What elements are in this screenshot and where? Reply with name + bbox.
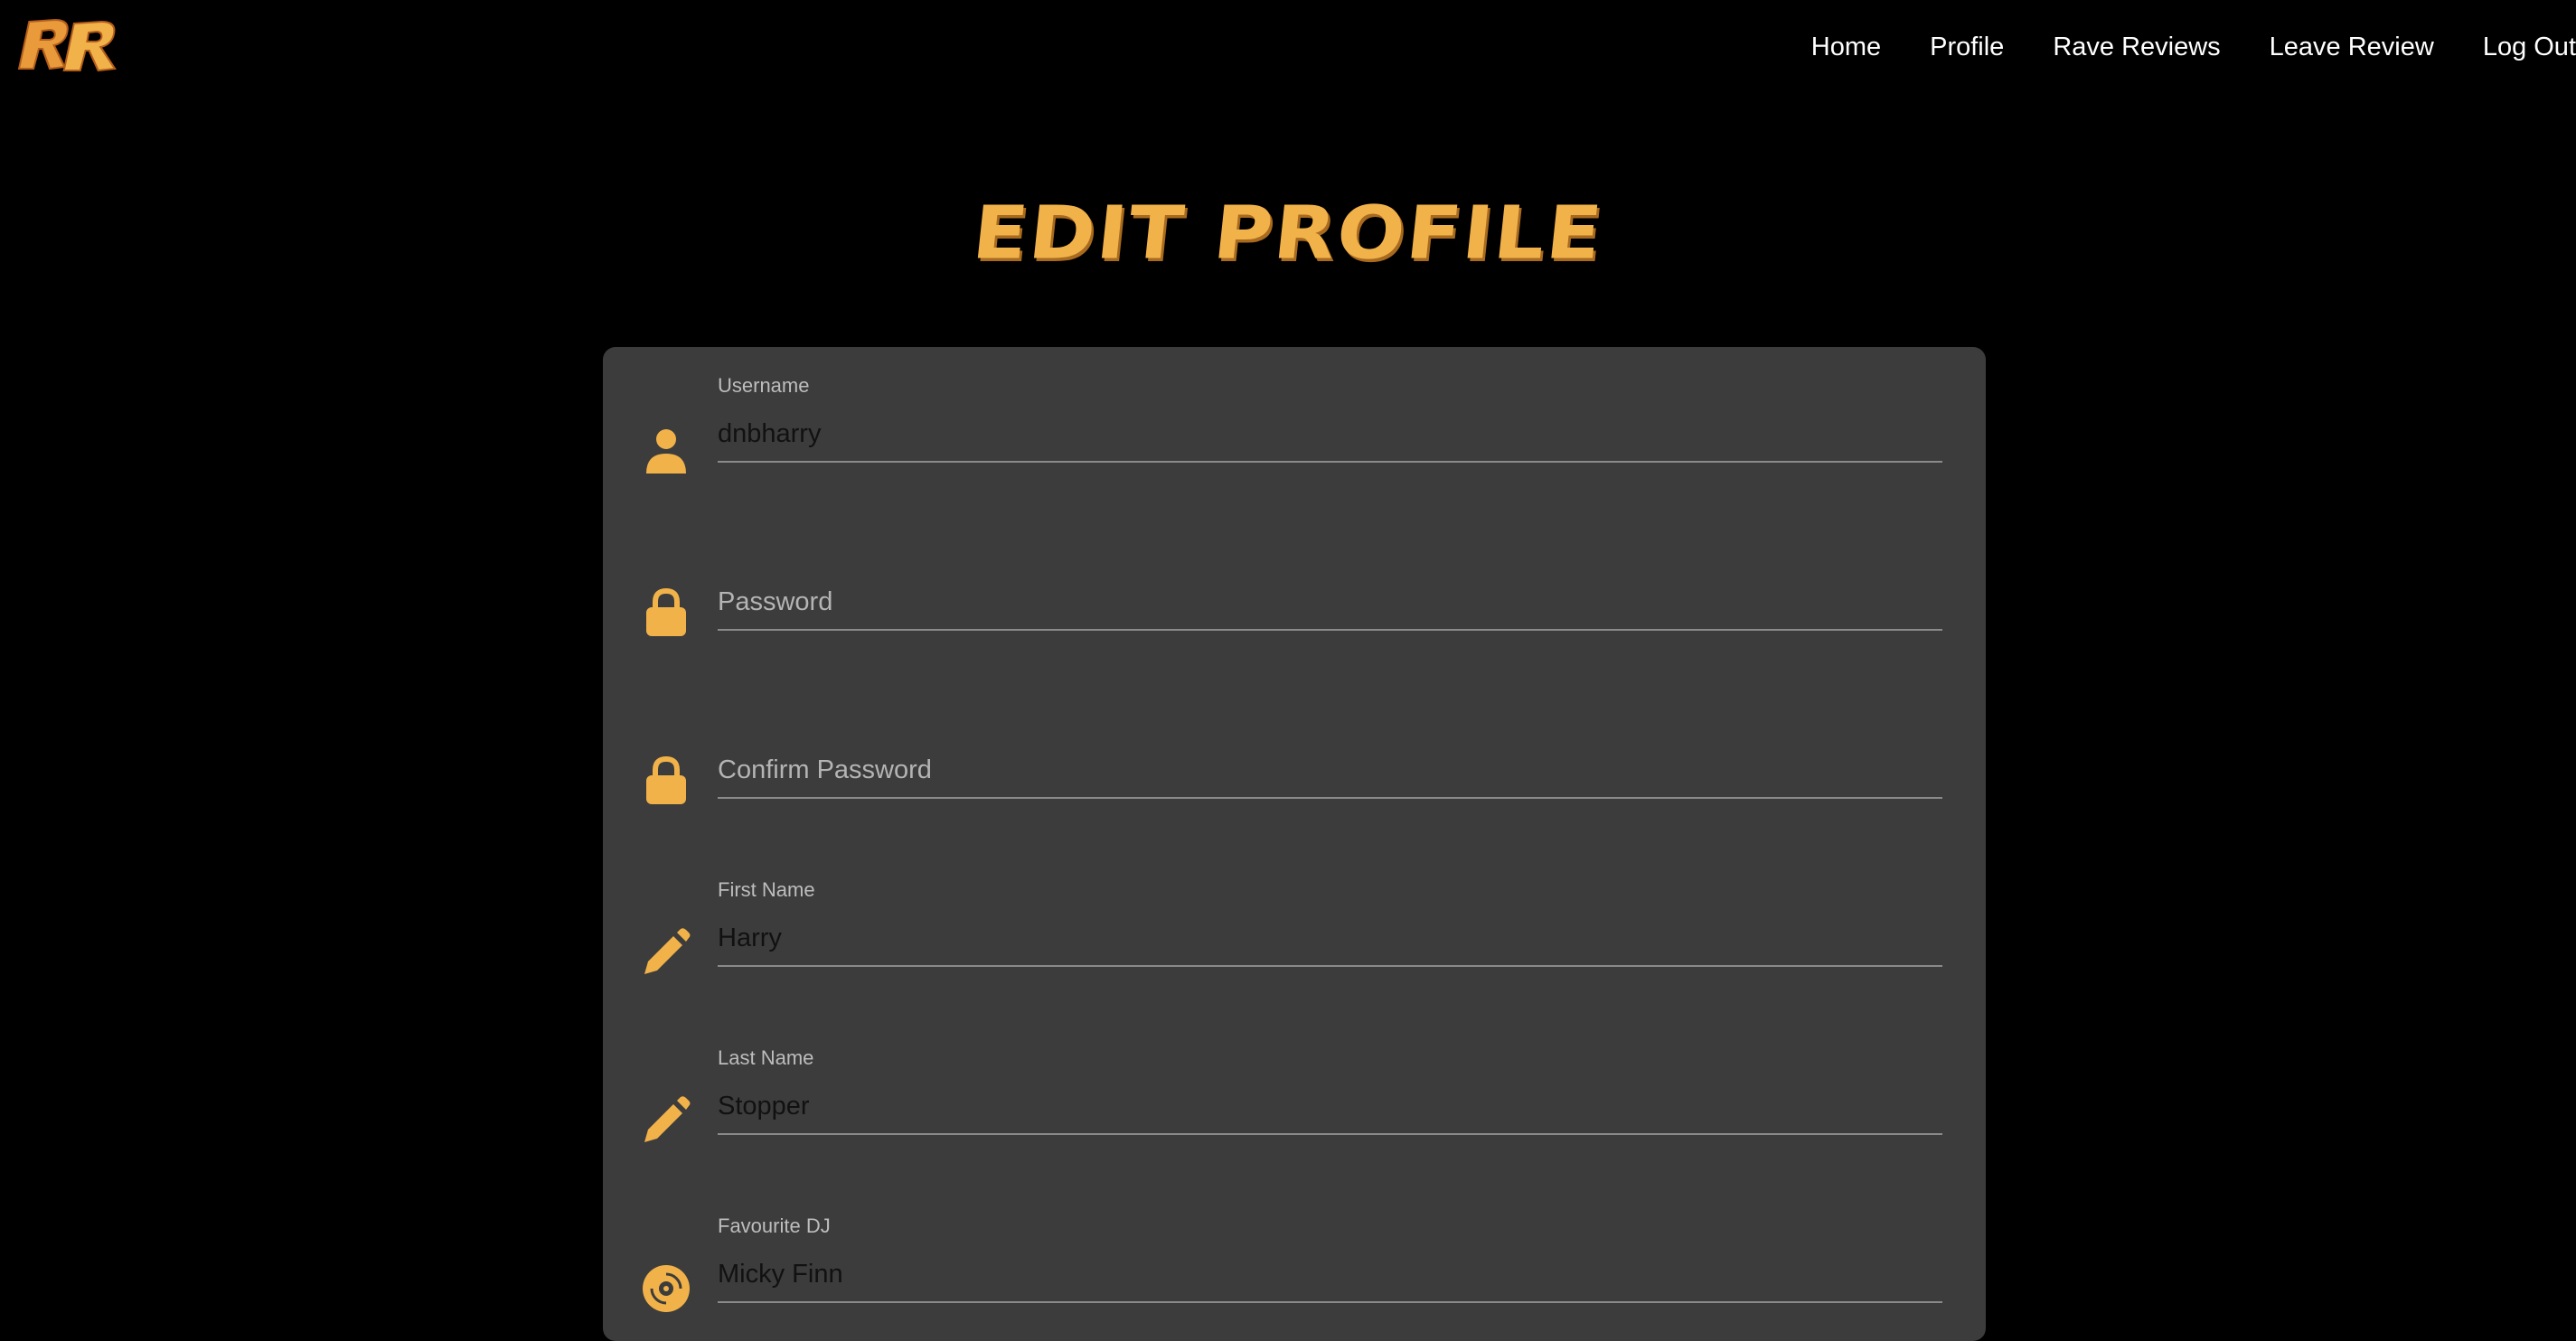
pencil-icon <box>641 1095 691 1146</box>
logo-graphic <box>17 18 117 72</box>
username-field-row: Username <box>603 374 1986 492</box>
last-name-label: Last Name <box>718 1046 814 1069</box>
nav-rave-reviews-link[interactable]: Rave Reviews <box>2053 33 2220 62</box>
nav-profile-link[interactable]: Profile <box>1930 33 2004 62</box>
nav-log-out-link[interactable]: Log Out <box>2483 33 2576 62</box>
nav-leave-review-link[interactable]: Leave Review <box>2270 33 2434 62</box>
username-label: Username <box>718 374 810 397</box>
first-name-input[interactable] <box>718 911 1942 967</box>
site-logo[interactable] <box>17 13 128 74</box>
edit-profile-form: Username First Name <box>603 347 1986 1341</box>
first-name-label: First Name <box>718 878 815 901</box>
first-name-field-row: First Name <box>603 878 1986 996</box>
username-input[interactable] <box>718 407 1942 463</box>
favourite-dj-label: Favourite DJ <box>718 1214 831 1237</box>
user-icon <box>641 425 691 475</box>
lock-icon <box>641 755 691 806</box>
last-name-input[interactable] <box>718 1079 1942 1135</box>
password-field-row <box>603 542 1986 660</box>
lock-icon <box>641 587 691 638</box>
page-title: EDIT PROFILE <box>968 190 1608 276</box>
confirm-password-field-row <box>603 710 1986 828</box>
favourite-dj-input[interactable] <box>718 1247 1942 1303</box>
vinyl-record-icon <box>641 1263 691 1314</box>
confirm-password-input[interactable] <box>718 743 1942 799</box>
nav-links: Home Profile Rave Reviews Leave Review L… <box>1763 33 2576 62</box>
pencil-icon <box>641 927 691 978</box>
last-name-field-row: Last Name <box>603 1046 1986 1164</box>
favourite-dj-field-row: Favourite DJ <box>603 1214 1986 1332</box>
nav-home-link[interactable]: Home <box>1811 33 1881 62</box>
password-input[interactable] <box>718 575 1942 631</box>
navbar: Home Profile Rave Reviews Leave Review L… <box>0 0 2576 98</box>
